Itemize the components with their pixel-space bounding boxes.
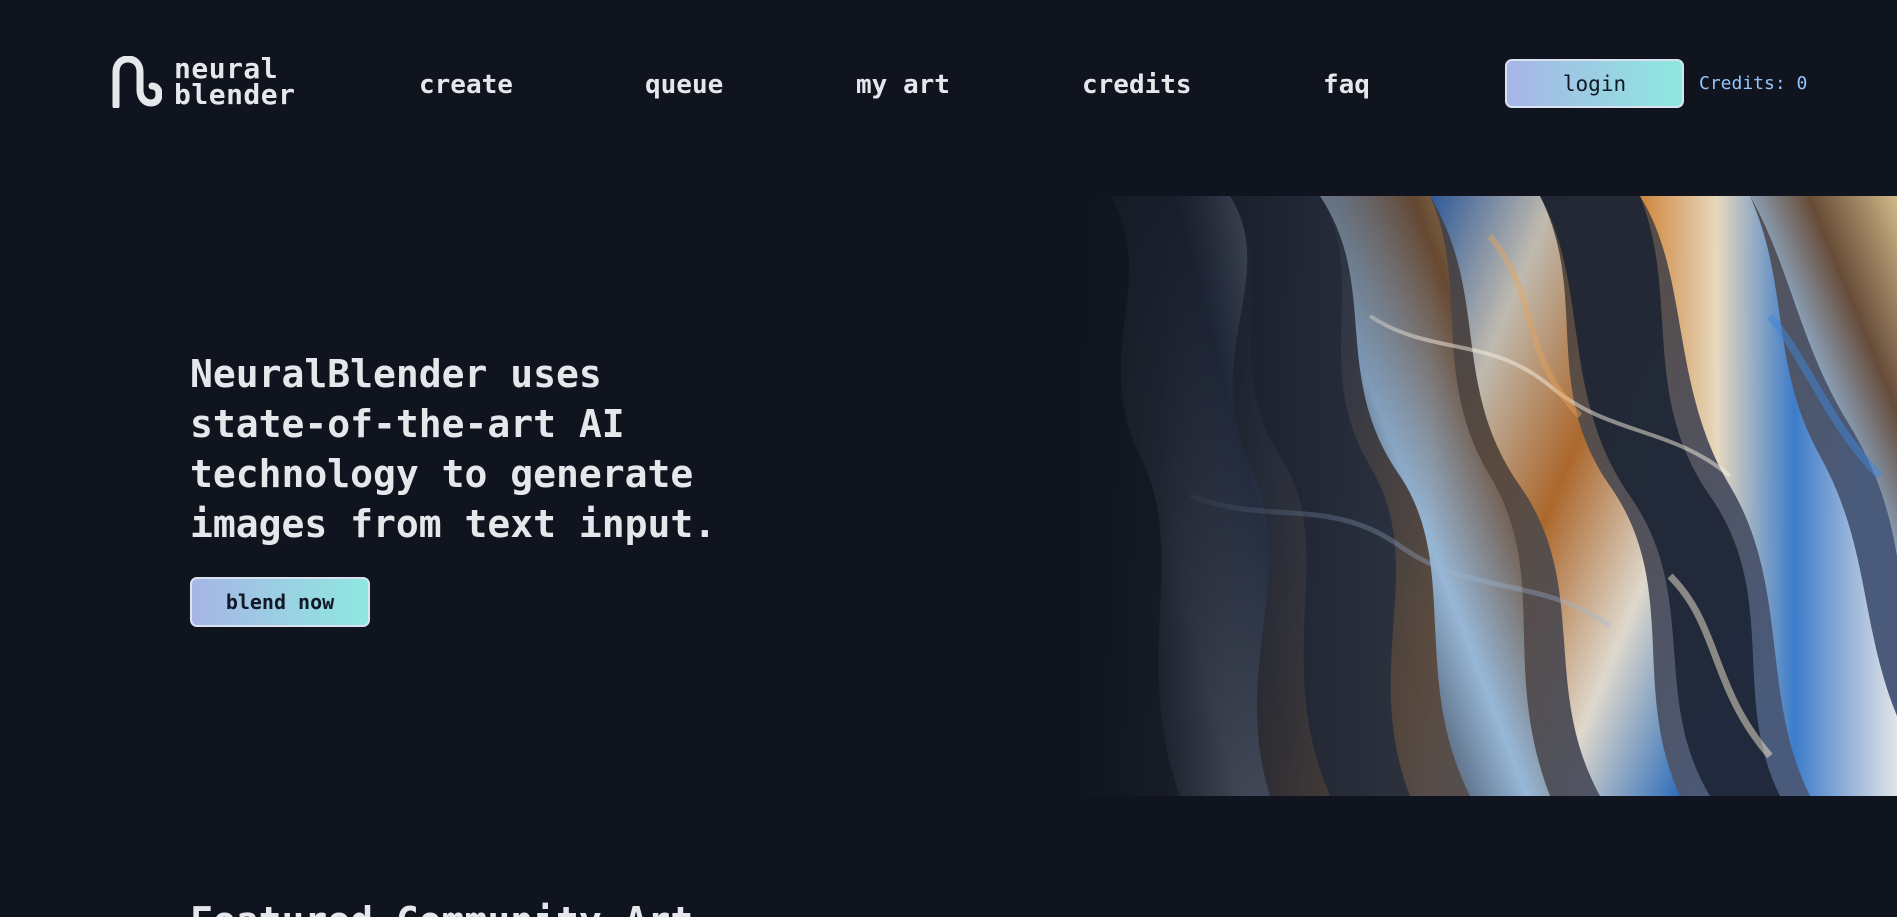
page: neural blender create queue my art credi… [0,0,1897,917]
iridescent-waves-artwork [1070,196,1897,796]
hero-title: NeuralBlender uses state-of-the-art AI t… [190,352,717,546]
hero-section: NeuralBlender uses state-of-the-art AI t… [190,349,830,549]
site-header: neural blender create queue my art credi… [0,0,1897,170]
nav-credits[interactable]: credits [1082,68,1192,102]
login-button[interactable]: login [1505,59,1684,108]
nav-queue[interactable]: queue [645,68,723,102]
nav-faq[interactable]: faq [1323,68,1370,102]
credits-balance: Credits: 0 [1699,73,1808,94]
blend-now-button[interactable]: blend now [190,577,370,627]
hero-abstract-image [1070,196,1897,796]
featured-art-title: Featured Community Art [190,896,693,917]
nav-my-art[interactable]: my art [856,68,950,102]
nav-create[interactable]: create [419,68,513,102]
